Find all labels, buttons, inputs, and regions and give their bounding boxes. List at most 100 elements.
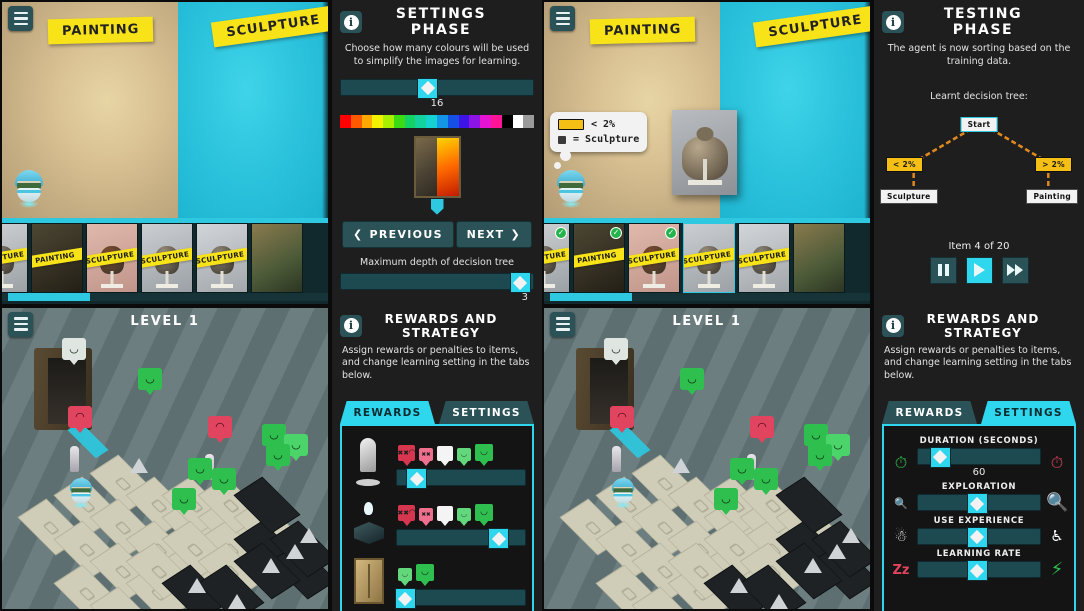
reward-face-angry-dark-red[interactable]: ✖✖◠ bbox=[398, 505, 415, 527]
list-item[interactable]: SCULPTURE bbox=[141, 222, 193, 293]
spike-icon bbox=[730, 577, 748, 593]
strategy-panel-description: Assign rewards or penalties to items, an… bbox=[884, 344, 1072, 382]
list-item[interactable]: SCULPTURE ✓ bbox=[542, 222, 570, 293]
palette-swatch bbox=[480, 114, 491, 128]
filmstrip-scroll-thumb[interactable] bbox=[550, 292, 632, 301]
tab-rewards[interactable]: REWARDS bbox=[882, 400, 977, 424]
tree-node-right-condition: > 2% bbox=[1035, 157, 1072, 173]
list-item[interactable] bbox=[251, 222, 303, 293]
testing-phase-description: The agent is now sorting based on the tr… bbox=[887, 43, 1071, 67]
palette-swatch bbox=[383, 114, 394, 128]
chevron-right-icon: ❯ bbox=[510, 227, 521, 241]
cabinet-icon bbox=[348, 556, 390, 608]
list-item[interactable]: SCULPTURE bbox=[683, 222, 735, 293]
hamburger-menu-icon[interactable] bbox=[550, 6, 575, 31]
palette-swatch bbox=[350, 114, 362, 128]
wall-shadow bbox=[322, 0, 330, 223]
quadrant-settings-tab: ◡ ◡ ◠ ◠ ◡ ◡ ◡ ◡ ◡ ◡ LEVEL 1 i REWARDS AND STRATEG… bbox=[542, 305, 1084, 611]
setting-slider-group: EXPLORATION 🔍 🔍 bbox=[890, 482, 1068, 515]
screenshot-root: PAINTING SCULPTURE SCULPTURE PAINTING SCUL… bbox=[0, 0, 1084, 611]
reward-face-scale: ✖✖◠ ✖✖ ◡ ◡ bbox=[396, 437, 526, 467]
quadrant-testing-phase: PAINTING SCULPTURE < 2% = Sculpture SCUL… bbox=[542, 0, 1084, 306]
colour-palette bbox=[340, 114, 535, 128]
rewards-panel-description: Assign rewards or penalties to items, an… bbox=[342, 344, 530, 382]
list-item[interactable]: PAINTING bbox=[31, 222, 83, 293]
setting-slider[interactable] bbox=[917, 526, 1041, 548]
play-icon bbox=[973, 263, 985, 277]
fast-forward-icon bbox=[1007, 264, 1023, 276]
pause-button[interactable] bbox=[929, 256, 957, 284]
robot-agent-icon[interactable] bbox=[609, 477, 636, 510]
settings-phase-panel: i SETTINGS PHASE Choose how many colours… bbox=[330, 0, 542, 306]
rewards-panel: i REWARDS AND STRATEGY Assign rewards or… bbox=[330, 305, 542, 611]
palette-swatch bbox=[501, 114, 513, 128]
reward-face-happy-green[interactable]: ◡ bbox=[416, 564, 434, 587]
reward-face-happy-light-green[interactable]: ◡ bbox=[457, 508, 471, 527]
hamburger-menu-icon[interactable] bbox=[8, 6, 33, 31]
reward-face-dead-pink[interactable]: ✖✖ bbox=[419, 508, 433, 527]
reward-face-angry-dark-red[interactable]: ✖✖◠ bbox=[398, 445, 415, 467]
reward-face-neutral-white[interactable] bbox=[437, 446, 453, 467]
statue-figure bbox=[612, 445, 621, 472]
hamburger-menu-icon[interactable] bbox=[550, 311, 575, 337]
tab-rewards[interactable]: REWARDS bbox=[340, 400, 435, 424]
checkmark-icon: ✓ bbox=[555, 226, 567, 239]
setting-slider[interactable] bbox=[917, 560, 1041, 582]
fast-forward-button[interactable] bbox=[1001, 256, 1029, 284]
filmstrip-2[interactable]: SCULPTURE ✓ PAINTING ✓ SCULPTURE ✓ SCULPTURE SC… bbox=[542, 217, 872, 306]
info-icon[interactable]: i bbox=[882, 314, 904, 337]
colour-count-slider[interactable] bbox=[340, 77, 534, 99]
setting-label: LEARNING RATE bbox=[936, 548, 1022, 559]
wall-shadow bbox=[864, 0, 872, 223]
panel-tabs: REWARDS SETTINGS bbox=[874, 393, 1084, 424]
filmstrip-scroll-thumb[interactable] bbox=[8, 292, 90, 301]
hamburger-menu-icon[interactable] bbox=[8, 311, 33, 337]
palette-swatch bbox=[458, 114, 470, 128]
list-item[interactable]: SCULPTURE bbox=[196, 222, 248, 293]
tree-depth-slider[interactable] bbox=[340, 272, 534, 294]
reward-face-dead-pink[interactable]: ✖✖ bbox=[419, 448, 433, 467]
reward-face-happy-green[interactable]: ◡ bbox=[475, 444, 493, 467]
rewards-panel-title: REWARDS AND STRATEGY bbox=[384, 311, 498, 340]
spike-icon bbox=[770, 593, 788, 609]
next-button[interactable]: NEXT ❯ bbox=[455, 220, 532, 248]
setting-slider[interactable] bbox=[917, 493, 1041, 515]
tab-settings[interactable]: SETTINGS bbox=[981, 400, 1076, 424]
list-item[interactable] bbox=[793, 222, 845, 293]
testing-phase-panel: i TESTING PHASE The agent is now sorting… bbox=[872, 0, 1084, 306]
list-item[interactable]: PAINTING ✓ bbox=[573, 222, 625, 293]
reward-face-neutral-white[interactable] bbox=[437, 506, 453, 527]
play-button[interactable] bbox=[965, 256, 993, 284]
setting-slider[interactable] bbox=[917, 446, 1041, 468]
info-icon[interactable]: i bbox=[882, 11, 904, 33]
strategy-panel-title: REWARDS AND STRATEGY bbox=[926, 311, 1040, 340]
reward-face-happy-green[interactable]: ◡ bbox=[475, 504, 493, 527]
spike-icon bbox=[228, 593, 246, 609]
reward-badge: ◡ bbox=[680, 367, 704, 390]
info-icon[interactable]: i bbox=[340, 314, 362, 337]
info-icon[interactable]: i bbox=[340, 11, 362, 33]
quadrant-settings-phase: PAINTING SCULPTURE SCULPTURE PAINTING SCUL… bbox=[0, 0, 542, 306]
settings-phase-title: SETTINGS PHASE bbox=[395, 6, 487, 38]
palette-swatch bbox=[469, 114, 481, 128]
chevron-left-icon: ❮ bbox=[353, 227, 364, 241]
reward-face-happy-light-green[interactable]: ◡ bbox=[457, 448, 471, 467]
previous-button[interactable]: ❮ PREVIOUS bbox=[342, 220, 454, 248]
robot-agent-icon[interactable] bbox=[67, 477, 94, 510]
setting-label: DURATION (SECONDS) bbox=[919, 435, 1039, 446]
painting-sign: PAINTING bbox=[47, 16, 154, 45]
reward-slider[interactable] bbox=[396, 528, 526, 550]
tab-settings[interactable]: SETTINGS bbox=[439, 400, 534, 424]
reward-face-happy-light-green[interactable]: ◡ bbox=[398, 568, 412, 587]
testing-phase-title: TESTING PHASE bbox=[943, 6, 1023, 38]
reward-slider[interactable] bbox=[396, 468, 526, 490]
list-item[interactable]: SCULPTURE bbox=[86, 222, 138, 293]
list-item[interactable]: SCULPTURE ✓ bbox=[628, 222, 680, 293]
reward-row: ✖✖◠ ✖✖ ◡ ◡ bbox=[348, 492, 526, 552]
reward-slider[interactable] bbox=[394, 588, 526, 610]
filmstrip-1[interactable]: SCULPTURE PAINTING SCULPTURE SCULPTURE SCULP… bbox=[0, 217, 330, 306]
reward-face-scale: ◡ ◡ bbox=[396, 557, 526, 587]
list-item[interactable]: SCULPTURE bbox=[0, 222, 28, 293]
list-item[interactable]: SCULPTURE bbox=[738, 222, 790, 293]
stopwatch-red-icon: ⏱ bbox=[1050, 452, 1064, 472]
